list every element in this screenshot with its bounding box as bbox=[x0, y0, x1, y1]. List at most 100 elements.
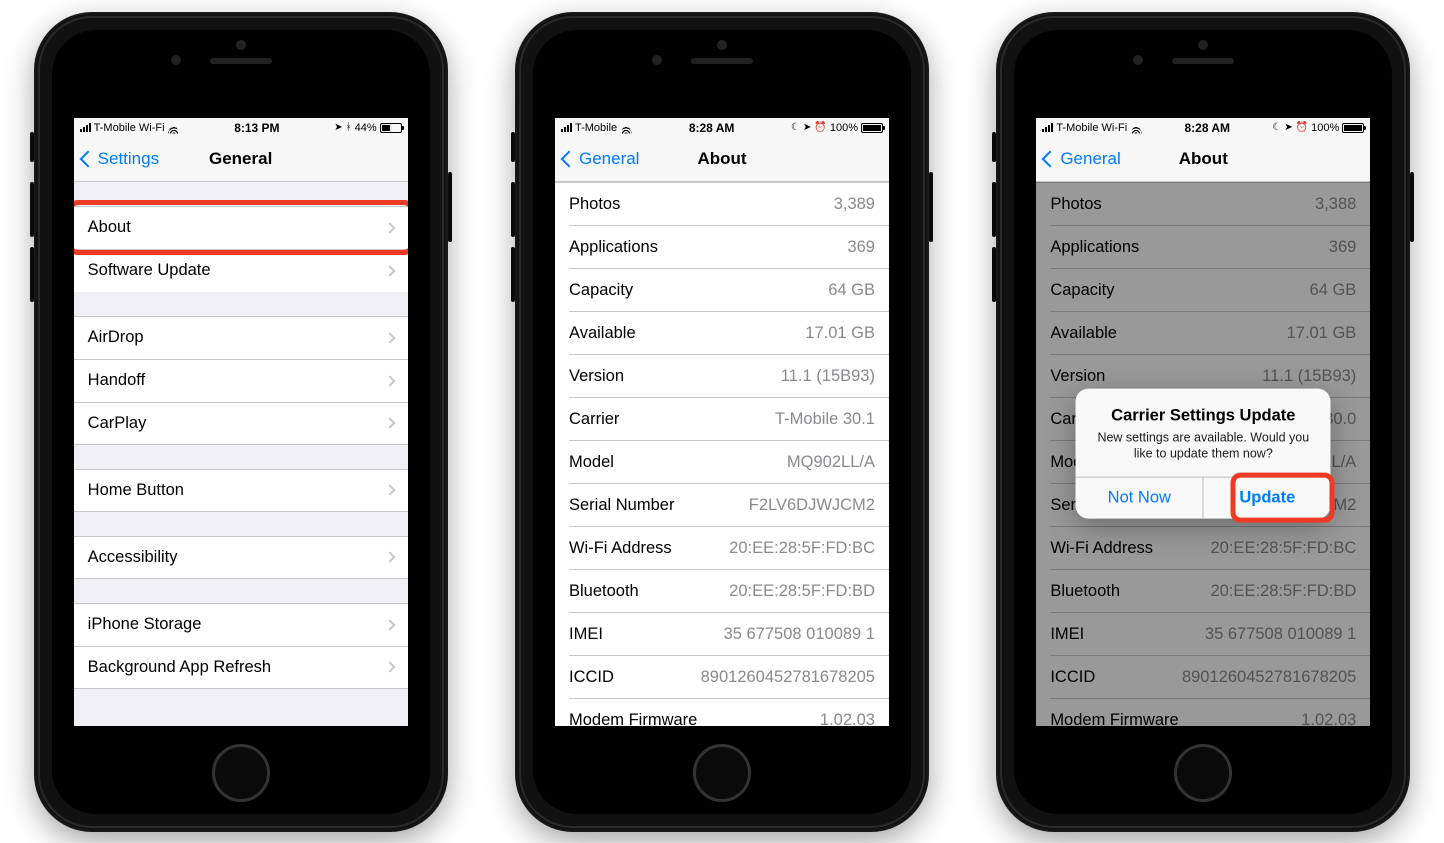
dnd-icon: ☾ bbox=[1272, 123, 1281, 133]
about-row[interactable]: Bluetooth 20:EE:28:5F:FD:BD bbox=[555, 570, 889, 613]
general-settings-list[interactable]: About Software Update AirDrop bbox=[74, 182, 408, 726]
row-iphone-storage[interactable]: iPhone Storage bbox=[74, 603, 408, 646]
row-label: iPhone Storage bbox=[88, 615, 202, 634]
bluetooth-icon: ᚼ bbox=[346, 123, 352, 133]
nav-bar: General About bbox=[1036, 138, 1370, 182]
alert-not-now-button[interactable]: Not Now bbox=[1076, 478, 1203, 519]
alert-title: Carrier Settings Update bbox=[1090, 406, 1317, 425]
battery-icon bbox=[380, 123, 402, 133]
chevron-right-icon bbox=[384, 661, 395, 672]
row-value: T-Mobile 30.1 bbox=[775, 410, 875, 429]
row-label: Applications bbox=[569, 238, 658, 257]
row-home-button[interactable]: Home Button bbox=[74, 469, 408, 512]
alert-message: New settings are available. Would you li… bbox=[1090, 429, 1317, 463]
chevron-right-icon bbox=[384, 375, 395, 386]
back-button[interactable]: Settings bbox=[82, 149, 159, 169]
about-row[interactable]: Serial Number F2LV6DJWJCM2 bbox=[555, 484, 889, 527]
row-label: Wi-Fi Address bbox=[569, 539, 672, 558]
row-label: Photos bbox=[569, 195, 620, 214]
about-row[interactable]: Applications 369 bbox=[555, 226, 889, 269]
home-button[interactable] bbox=[1174, 744, 1232, 802]
dnd-icon: ☾ bbox=[791, 123, 800, 133]
row-label: ICCID bbox=[569, 668, 614, 687]
row-label: Background App Refresh bbox=[88, 658, 271, 677]
row-label: CarPlay bbox=[88, 414, 147, 433]
about-list[interactable]: Photos3,389Applications369Capacity64 GBA… bbox=[555, 182, 889, 726]
about-row[interactable]: Available 17.01 GB bbox=[555, 312, 889, 355]
carrier-label: T-Mobile bbox=[575, 122, 617, 134]
back-label: General bbox=[1060, 149, 1120, 169]
about-row[interactable]: Carrier T-Mobile 30.1 bbox=[555, 398, 889, 441]
about-row[interactable]: Photos 3,389 bbox=[555, 183, 889, 226]
row-label: Serial Number bbox=[569, 496, 674, 515]
row-label: Available bbox=[569, 324, 636, 343]
row-value: 3,389 bbox=[834, 195, 875, 214]
back-button[interactable]: General bbox=[1044, 149, 1120, 169]
carrier-label: T-Mobile Wi-Fi bbox=[94, 122, 165, 134]
back-label: General bbox=[579, 149, 639, 169]
about-row[interactable]: IMEI 35 677508 010089 1 bbox=[555, 613, 889, 656]
home-button[interactable] bbox=[693, 744, 751, 802]
row-airdrop[interactable]: AirDrop bbox=[74, 316, 408, 359]
chevron-left-icon bbox=[560, 151, 577, 168]
alert-update-button[interactable]: Update bbox=[1203, 478, 1331, 519]
row-carplay[interactable]: CarPlay bbox=[74, 402, 408, 445]
carrier-update-alert: Carrier Settings Update New settings are… bbox=[1076, 388, 1331, 519]
row-value: 17.01 GB bbox=[805, 324, 875, 343]
wifi-icon bbox=[168, 122, 180, 134]
chevron-right-icon bbox=[384, 484, 395, 495]
row-about[interactable]: About bbox=[74, 206, 408, 249]
row-value: 20:EE:28:5F:FD:BD bbox=[729, 582, 875, 601]
row-value: 1.02.03 bbox=[820, 711, 875, 726]
chevron-right-icon bbox=[384, 332, 395, 343]
about-row[interactable]: Wi-Fi Address 20:EE:28:5F:FD:BC bbox=[555, 527, 889, 570]
back-label: Settings bbox=[98, 149, 159, 169]
clock: 8:13 PM bbox=[234, 121, 279, 135]
chevron-right-icon bbox=[384, 222, 395, 233]
home-button[interactable] bbox=[212, 744, 270, 802]
row-label: Handoff bbox=[88, 371, 146, 390]
wifi-icon bbox=[620, 122, 632, 134]
chevron-right-icon bbox=[384, 619, 395, 630]
row-label: Model bbox=[569, 453, 614, 472]
chevron-left-icon bbox=[1042, 151, 1059, 168]
chevron-right-icon bbox=[384, 265, 395, 276]
about-row[interactable]: ModelMQ902LL/A bbox=[555, 441, 889, 484]
about-row[interactable]: ICCID 8901260452781678205 bbox=[555, 656, 889, 699]
alarm-icon: ⏰ bbox=[814, 123, 826, 133]
location-icon: ➤ bbox=[1284, 123, 1292, 133]
status-bar: T-Mobile Wi-Fi 8:13 PM ➤ ᚼ 44% bbox=[74, 118, 408, 138]
row-accessibility[interactable]: Accessibility bbox=[74, 536, 408, 579]
location-icon: ➤ bbox=[334, 123, 342, 133]
battery-icon bbox=[861, 123, 883, 133]
chevron-right-icon bbox=[384, 551, 395, 562]
iphone-frame-1: T-Mobile Wi-Fi 8:13 PM ➤ ᚼ 44% Settings … bbox=[34, 12, 448, 832]
battery-icon bbox=[1342, 123, 1364, 133]
signal-icon bbox=[80, 123, 91, 132]
row-label: Accessibility bbox=[88, 548, 178, 567]
back-button[interactable]: General bbox=[563, 149, 639, 169]
clock: 8:28 AM bbox=[689, 121, 735, 135]
row-value: 20:EE:28:5F:FD:BC bbox=[729, 539, 875, 558]
location-icon: ➤ bbox=[803, 123, 811, 133]
about-row[interactable]: Modem Firmware 1.02.03 bbox=[555, 699, 889, 726]
status-bar: T-Mobile Wi-Fi 8:28 AM ☾ ➤ ⏰ 100% bbox=[1036, 118, 1370, 138]
clock: 8:28 AM bbox=[1184, 121, 1230, 135]
row-value: F2LV6DJWJCM2 bbox=[749, 496, 875, 515]
row-label: IMEI bbox=[569, 625, 603, 644]
row-value: 35 677508 010089 1 bbox=[724, 625, 875, 644]
row-label: Carrier bbox=[569, 410, 619, 429]
about-row[interactable]: Version11.1 (15B93) bbox=[555, 355, 889, 398]
row-value: 8901260452781678205 bbox=[701, 668, 875, 687]
row-software-update[interactable]: Software Update bbox=[74, 249, 408, 292]
about-list[interactable]: Photos3,388Applications369Capacity64 GBA… bbox=[1036, 182, 1370, 726]
row-handoff[interactable]: Handoff bbox=[74, 359, 408, 402]
row-value: 369 bbox=[847, 238, 875, 257]
about-row[interactable]: Capacity64 GB bbox=[555, 269, 889, 312]
row-label: Bluetooth bbox=[569, 582, 639, 601]
row-background-app-refresh[interactable]: Background App Refresh bbox=[74, 646, 408, 689]
row-label: Modem Firmware bbox=[569, 711, 697, 726]
row-label: About bbox=[88, 218, 131, 237]
row-value: 64 GB bbox=[828, 281, 875, 300]
chevron-right-icon bbox=[384, 417, 395, 428]
